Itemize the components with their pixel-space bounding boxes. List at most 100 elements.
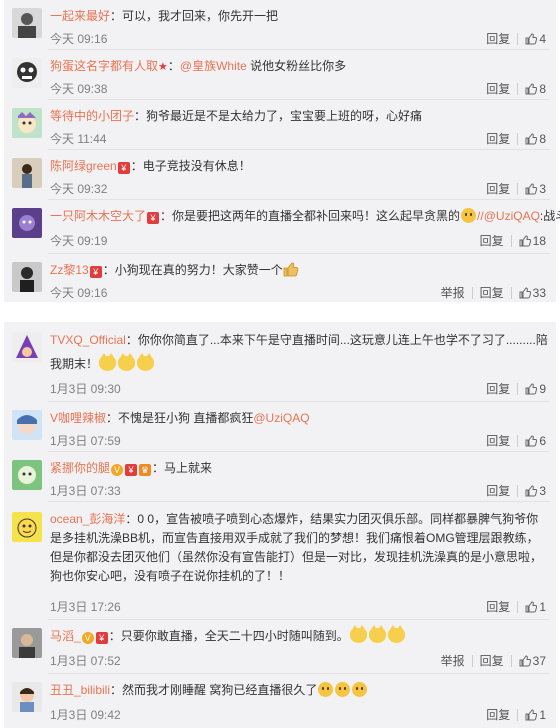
reply-button[interactable]: 回复: [486, 706, 510, 723]
like-count: 1: [539, 707, 546, 722]
username[interactable]: ocean_彭海洋: [50, 512, 125, 526]
avatar[interactable]: [12, 628, 42, 658]
like-button[interactable]: 8: [525, 131, 546, 146]
report-button[interactable]: 举报: [441, 652, 465, 669]
cat-emoji-icon: [387, 625, 405, 643]
comment-actions: 回复 9: [486, 380, 546, 397]
comment-text: 说他女粉丝比你多: [246, 59, 347, 73]
laughing-emoji-icon: [318, 682, 334, 697]
avatar[interactable]: [12, 410, 42, 440]
reply-button[interactable]: 回复: [486, 432, 510, 449]
reply-button[interactable]: 回复: [486, 130, 510, 147]
reply-button[interactable]: 回复: [486, 598, 510, 615]
timestamp: 今天 09:19: [50, 234, 108, 248]
member-badge-icon: ¥: [147, 212, 160, 224]
reply-button[interactable]: 回复: [486, 80, 510, 97]
thumbs-up-icon: [525, 33, 538, 45]
like-button[interactable]: 3: [525, 483, 546, 498]
like-count: 9: [539, 381, 546, 396]
report-button[interactable]: 举报: [441, 284, 465, 301]
avatar[interactable]: [12, 158, 42, 188]
thumbs-up-icon: [525, 601, 538, 613]
like-button[interactable]: 1: [525, 599, 546, 614]
username[interactable]: 狗蛋这名字都有人取: [50, 59, 158, 73]
comment-actions: 回复 8: [486, 80, 546, 97]
laughing-emoji-icon: [335, 682, 351, 697]
like-count: 3: [539, 483, 546, 498]
comment-actions: 回复 3: [486, 482, 546, 499]
verified-v-icon: V: [111, 464, 124, 476]
mention-link[interactable]: @皇族White: [180, 59, 247, 73]
mention-link[interactable]: @UziQAQ: [253, 411, 309, 425]
avatar[interactable]: [12, 208, 42, 238]
username[interactable]: 马滔_: [50, 629, 81, 643]
like-button[interactable]: 1: [525, 707, 546, 722]
comment-item: 等待中的小团子：狗爷最近是不是太给力了，宝宝要上班的呀，心好痛 今天 11:44…: [4, 100, 556, 150]
reply-button[interactable]: 回复: [486, 482, 510, 499]
comment-actions: 回复 1: [486, 706, 546, 723]
avatar[interactable]: [12, 512, 42, 542]
comment-actions: 回复 3: [486, 180, 546, 197]
thumbs-up-icon: [525, 709, 538, 721]
like-button[interactable]: 4: [525, 31, 546, 46]
avatar[interactable]: [12, 108, 42, 138]
comment-item: 陈阿绿green ¥ ：电子竞技没有休息！ 今天 09:32 回复 3: [4, 150, 556, 200]
username[interactable]: Zz黎13: [50, 263, 89, 277]
username[interactable]: 一只阿木木空大了: [50, 209, 146, 223]
thumbs-up-icon: [525, 383, 538, 395]
username[interactable]: 丑丑_bilibili: [50, 683, 110, 697]
timestamp: 1月3日 17:26: [50, 600, 121, 614]
like-button[interactable]: 6: [525, 433, 546, 448]
thumbs-up-icon: [525, 133, 538, 145]
comment-actions: 回复 1: [486, 598, 546, 615]
like-button[interactable]: 33: [519, 285, 546, 300]
reply-button[interactable]: 回复: [480, 284, 504, 301]
comment-panel-bottom: TVXQ_Official：你你你简直了...本来下午是守直播时间...这玩意儿…: [4, 322, 556, 728]
like-button[interactable]: 9: [525, 381, 546, 396]
member-badge-icon: ¥: [89, 266, 102, 278]
comment-panel-top: 一起来最好：可以，我才回来，你先开一把 今天 09:16 回复 4 狗蛋这名字都有…: [4, 0, 560, 302]
laughing-emoji-icon: [352, 682, 368, 697]
avatar[interactable]: [12, 58, 42, 88]
reply-button[interactable]: 回复: [486, 180, 510, 197]
like-count: 37: [532, 653, 546, 668]
reply-button[interactable]: 回复: [480, 652, 504, 669]
username[interactable]: V咖哩辣椒: [50, 411, 106, 425]
comment-actions: 回复 4: [486, 30, 546, 47]
username[interactable]: 陈阿绿green: [50, 159, 117, 173]
comment-item: 马滔_ V ¥ ：只要你敢直播，全天二十四小时随叫随到。 1月3日 07:52 举报回…: [4, 620, 556, 674]
mention-link[interactable]: //@UziQAQ: [477, 209, 540, 223]
comment-actions: 举报 回复 37: [441, 652, 546, 669]
reply-button[interactable]: 回复: [480, 232, 504, 249]
level-badge-icon: ♛: [139, 464, 152, 476]
username[interactable]: 一起来最好: [50, 9, 110, 23]
comment-item: 紧挪你的腿 V ¥ ♛ ：马上就来 1月3日 07:33 回复 3: [4, 452, 556, 502]
avatar[interactable]: [12, 682, 42, 712]
thumbs-up-emoji-icon: [283, 262, 299, 277]
avatar[interactable]: [12, 262, 42, 292]
verified-v-icon: V: [81, 632, 94, 644]
like-button[interactable]: 3: [525, 181, 546, 196]
reply-button[interactable]: 回复: [486, 380, 510, 397]
like-button[interactable]: 8: [525, 81, 546, 96]
timestamp: 1月3日 07:52: [50, 654, 121, 668]
like-count: 33: [532, 285, 546, 300]
username[interactable]: 紧挪你的腿: [50, 461, 110, 475]
username[interactable]: TVXQ_Official: [50, 333, 126, 347]
comment-actions: 举报 回复 33: [441, 284, 546, 301]
avatar[interactable]: [12, 332, 42, 362]
reply-button[interactable]: 回复: [486, 30, 510, 47]
username[interactable]: 等待中的小团子: [50, 109, 134, 123]
timestamp: 今天 09:16: [50, 286, 108, 300]
like-button[interactable]: 37: [519, 653, 546, 668]
comment-item: TVXQ_Official：你你你简直了...本来下午是守直播时间...这玩意儿…: [4, 322, 556, 402]
comment-item: 丑丑_bilibili：然而我才刚睡醒 窝狗已经直播很久了 1月3日 09:42…: [4, 674, 556, 728]
avatar[interactable]: [12, 460, 42, 490]
comment-text: 小狗现在真的努力！大家赞一个: [114, 263, 283, 277]
timestamp: 今天 09:38: [50, 82, 108, 96]
cat-emoji-icon: [137, 353, 155, 371]
like-count: 18: [532, 233, 546, 248]
like-button[interactable]: 18: [519, 233, 546, 248]
comment-text: 不愧是狂小狗 直播都疯狂: [118, 411, 254, 425]
avatar[interactable]: [12, 8, 42, 38]
